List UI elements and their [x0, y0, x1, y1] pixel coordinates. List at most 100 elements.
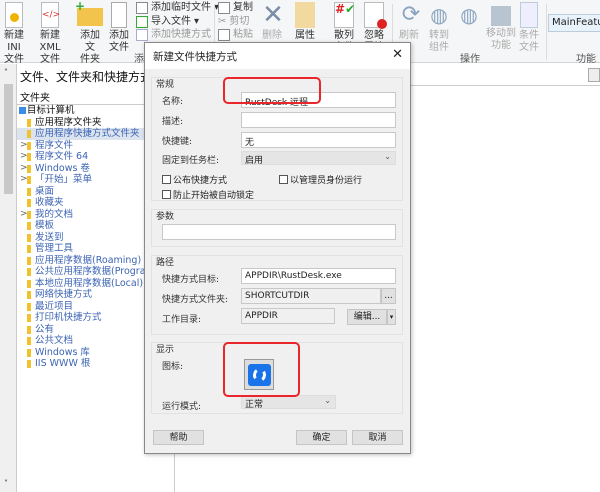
- run-as-admin-checkbox[interactable]: 以管理员身份运行: [279, 173, 362, 186]
- icon-label: 图标:: [162, 362, 184, 372]
- folder-icon: [27, 222, 31, 230]
- globe-arrow-icon: ◍: [460, 3, 478, 27]
- folder-icon: [27, 153, 31, 161]
- folder-icon: [27, 245, 31, 253]
- group-legend: 显示: [156, 345, 175, 355]
- run-mode-select[interactable]: 正常 ⌄: [241, 395, 336, 410]
- search-icon[interactable]: [588, 68, 600, 82]
- folder-icon: [27, 210, 31, 219]
- group-legend: 路径: [156, 258, 175, 268]
- scissors-icon: ✂: [218, 16, 227, 27]
- browse-button[interactable]: ...: [381, 288, 396, 304]
- arguments-group: 参数: [151, 209, 403, 247]
- divider: [546, 4, 547, 60]
- folder-icon: [27, 325, 31, 334]
- add-folder-button[interactable]: + 添加文 件夹: [75, 0, 104, 66]
- add-shortcut-button[interactable]: 添加快捷方式: [136, 29, 211, 41]
- close-icon[interactable]: ✕: [392, 47, 403, 62]
- properties-button[interactable]: 属性: [294, 2, 316, 42]
- publish-shortcut-checkbox[interactable]: 公布快捷方式: [162, 173, 227, 186]
- description-label: 描述:: [162, 117, 184, 127]
- arguments-field[interactable]: [162, 224, 396, 240]
- group-legend: 参数: [156, 212, 175, 222]
- new-xml-button[interactable]: </> 新建XML 文件: [30, 2, 70, 66]
- import-icon: [136, 16, 148, 28]
- ignore-icon: [364, 2, 387, 29]
- properties-icon: [295, 2, 315, 28]
- folder-icon: [27, 314, 31, 322]
- group-label-operations: 操作: [460, 54, 480, 65]
- copy-button[interactable]: 复制: [218, 2, 253, 14]
- group-legend: 常规: [156, 80, 175, 90]
- paste-icon: [218, 29, 230, 41]
- folder-icon: [27, 199, 31, 207]
- shortcut-folder-label: 快捷方式文件夹:: [162, 295, 229, 305]
- folder-icon: [27, 360, 31, 368]
- folder-icon: [27, 233, 31, 242]
- hotkey-field[interactable]: 无: [241, 132, 396, 148]
- cut-button[interactable]: ✂ 剪切: [218, 16, 249, 28]
- folder-icon: [27, 130, 31, 138]
- shortcut-icon: [136, 29, 148, 41]
- feature-selector[interactable]: MainFeature: [548, 14, 600, 32]
- shortcut-folder-field[interactable]: SHORTCUTDIR: [241, 288, 381, 304]
- add-temp-file-button[interactable]: 添加临时文件 ▾: [136, 2, 219, 14]
- hash-check-icon: #✔: [334, 2, 355, 28]
- globe-arrow-button[interactable]: ◍: [456, 2, 478, 30]
- computer-icon: [19, 107, 26, 114]
- hotkey-label: 快捷键:: [162, 137, 193, 147]
- import-file-button[interactable]: 导入文件 ▾: [136, 16, 199, 28]
- add-file-button[interactable]: 添加 文件: [106, 2, 132, 54]
- cancel-button[interactable]: 取消: [352, 430, 403, 445]
- help-button[interactable]: 帮助: [153, 430, 204, 445]
- xml-file-icon: </>: [41, 2, 60, 28]
- ok-button[interactable]: 确定: [296, 430, 347, 445]
- path-group: 路径 快捷方式目标: APPDIR\RustDesk.exe 快捷方式文件夹: …: [151, 255, 403, 335]
- folder-icon: [27, 164, 31, 173]
- folder-icon: [27, 279, 31, 288]
- paste-button[interactable]: 粘贴: [218, 29, 253, 41]
- folder-icon: [27, 268, 31, 276]
- refresh-icon: ⟳: [401, 2, 421, 27]
- group-label-feature: 功能: [576, 54, 596, 65]
- new-ini-button[interactable]: 新建INI 文件: [0, 2, 28, 66]
- scroll-down-icon[interactable]: ˅: [4, 479, 8, 488]
- condition-file-icon: [520, 2, 538, 28]
- dialog-titlebar: 新建文件快捷方式 ✕: [145, 43, 410, 69]
- folder-icon: [27, 141, 31, 150]
- run-mode-label: 运行模式:: [162, 402, 202, 412]
- left-scrollbar[interactable]: ˄ ˅: [0, 64, 17, 492]
- folder-icon: [27, 291, 31, 299]
- globe-icon: ◍: [430, 3, 448, 27]
- edit-button[interactable]: 编辑...: [347, 309, 387, 325]
- condition-file-button[interactable]: 条件 文件: [516, 2, 542, 54]
- folder-icon: [27, 337, 31, 345]
- folder-icon: [27, 118, 31, 127]
- box-icon: [491, 6, 511, 26]
- edit-dropdown-button[interactable]: ▾: [387, 309, 396, 325]
- pin-taskbar-label: 固定到任务栏:: [162, 156, 220, 166]
- files-icon: [111, 2, 127, 28]
- target-field[interactable]: APPDIR\RustDesk.exe: [241, 268, 396, 284]
- workdir-field[interactable]: APPDIR: [241, 308, 335, 324]
- refresh-button[interactable]: ⟳ 刷新: [398, 2, 420, 42]
- description-field[interactable]: [241, 112, 396, 128]
- folder-icon: [27, 348, 31, 357]
- chevron-down-icon: ⌄: [324, 396, 331, 405]
- move-to-feature-button[interactable]: 移动到 功能: [484, 2, 518, 52]
- delete-x-icon: ✕: [262, 0, 284, 30]
- target-label: 快捷方式目标:: [162, 275, 220, 285]
- copy-icon: [218, 2, 230, 14]
- temp-file-icon: [136, 2, 148, 14]
- prevent-pin-checkbox[interactable]: 防止开始被自动锁定: [162, 188, 254, 201]
- folder-icon: [27, 176, 31, 184]
- chevron-down-icon: ⌄: [384, 152, 391, 161]
- delete-button[interactable]: ✕ 删除: [260, 2, 284, 42]
- goto-component-button[interactable]: ◍ 转到 组件: [426, 2, 452, 54]
- scroll-up-icon[interactable]: ˄: [4, 68, 8, 77]
- scroll-thumb[interactable]: [4, 84, 13, 194]
- pin-taskbar-select[interactable]: 启用 ⌄: [241, 151, 396, 166]
- dialog-title: 新建文件快捷方式: [153, 51, 237, 63]
- highlight-icon: [223, 342, 300, 397]
- workdir-label: 工作目录:: [162, 315, 202, 325]
